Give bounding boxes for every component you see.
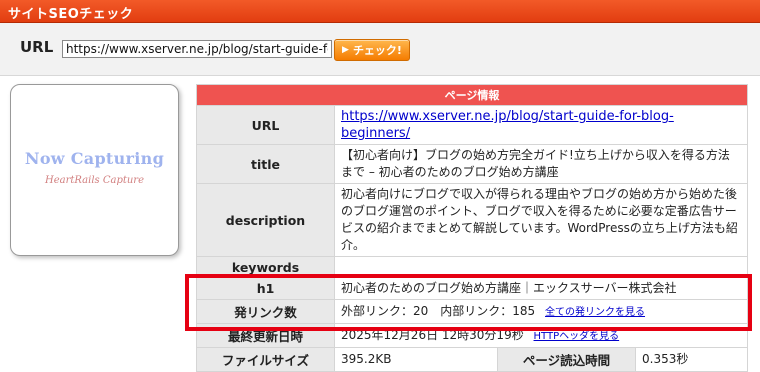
thumbnail-brand-text: HeartRails Capture bbox=[45, 175, 144, 186]
title-row-value: 【初心者向け】ブログの始め方完全ガイド!立ち上げから収入を得る方法まで – 初心… bbox=[334, 144, 748, 184]
table-row: description 初心者向けにブログで収入が得られる理由やブログの始め方か… bbox=[196, 183, 748, 257]
title-bar: サイトSEOチェック bbox=[0, 0, 760, 23]
highlight-box bbox=[185, 274, 752, 331]
url-label: URL bbox=[20, 38, 54, 56]
filesize-row-label: ファイルサイズ bbox=[196, 347, 335, 372]
loadtime-value: 0.353秒 bbox=[635, 347, 748, 372]
table-row: ファイルサイズ 395.2KB ページ読込時間 0.353秒 bbox=[196, 347, 748, 372]
url-row-label: URL bbox=[196, 105, 335, 145]
page-thumbnail: Now Capturing HeartRails Capture bbox=[10, 84, 179, 256]
check-button[interactable]: ▶ チェック! bbox=[334, 39, 410, 61]
play-arrow-icon: ▶ bbox=[342, 45, 349, 55]
table-heading: ページ情報 bbox=[196, 84, 748, 106]
loadtime-label: ページ読込時間 bbox=[497, 347, 636, 372]
app-title: サイトSEOチェック bbox=[8, 7, 134, 22]
table-row: title 【初心者向け】ブログの始め方完全ガイド!立ち上げから収入を得る方法ま… bbox=[196, 144, 748, 184]
http-header-link[interactable]: HTTPヘッダを見る bbox=[534, 331, 620, 342]
table-header-row: ページ情報 bbox=[196, 84, 748, 106]
title-row-label: title bbox=[196, 144, 335, 184]
url-row-value: https://www.xserver.ne.jp/blog/start-gui… bbox=[334, 105, 748, 145]
description-row-label: description bbox=[196, 183, 335, 257]
table-row: URL https://www.xserver.ne.jp/blog/start… bbox=[196, 105, 748, 145]
url-bar: URL ▶ チェック! bbox=[0, 23, 760, 76]
page-url-link[interactable]: https://www.xserver.ne.jp/blog/start-gui… bbox=[341, 109, 674, 141]
url-input[interactable] bbox=[62, 40, 332, 58]
description-row-value: 初心者向けにブログで収入が得られる理由やブログの始め方から始めた後のブログ運営の… bbox=[334, 183, 748, 257]
filesize-value: 395.2KB bbox=[334, 347, 498, 372]
thumbnail-capturing-text: Now Capturing bbox=[24, 149, 165, 168]
check-button-label: チェック! bbox=[352, 44, 402, 57]
